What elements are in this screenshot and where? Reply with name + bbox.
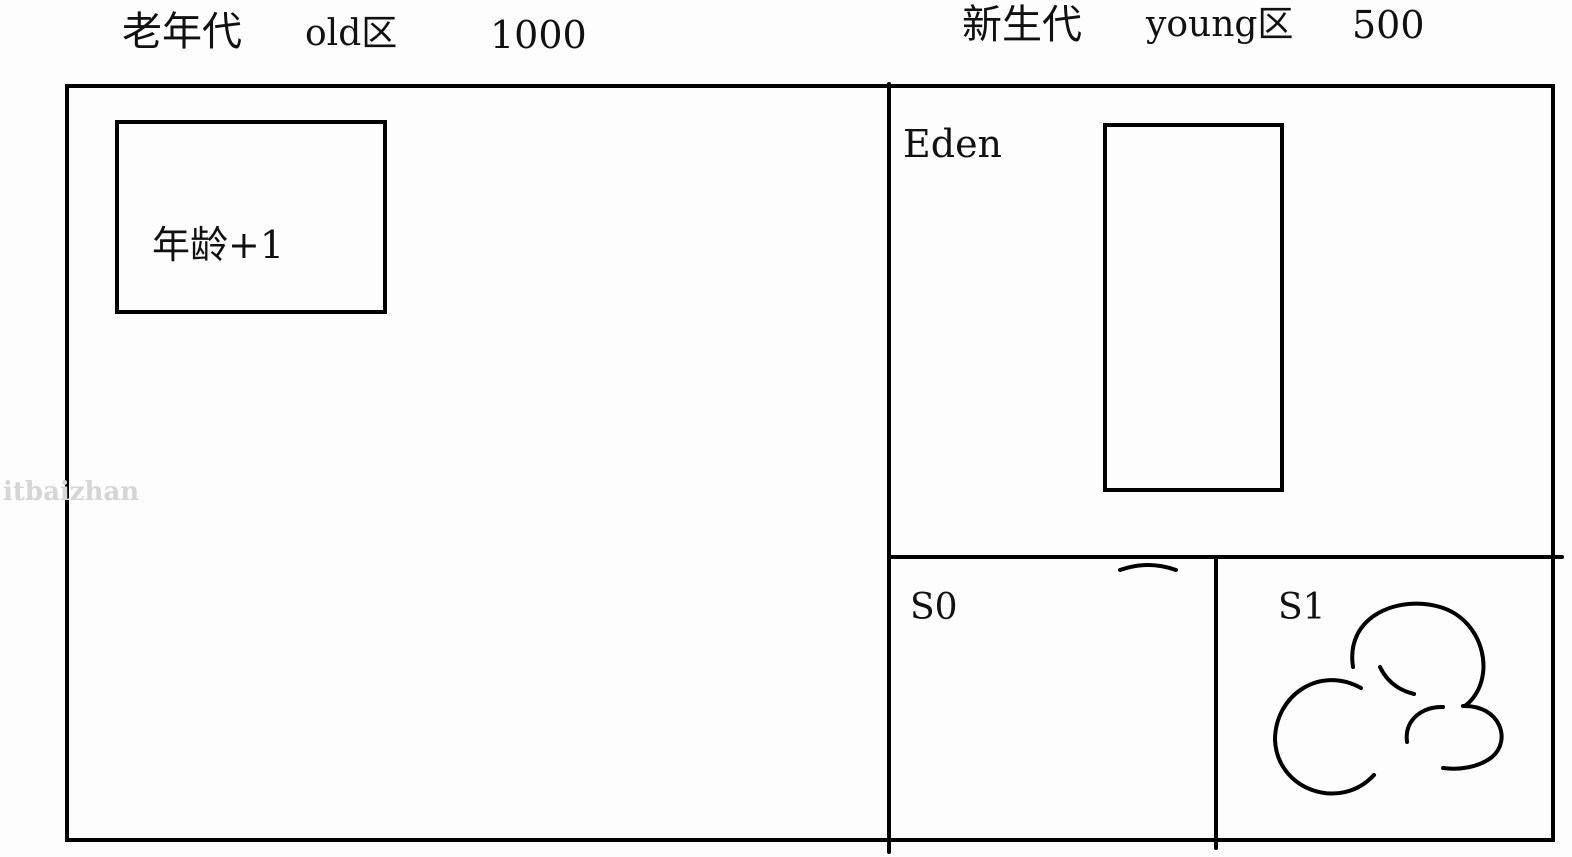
young-gen-size: 500 <box>1352 3 1425 47</box>
young-gen-label: 新生代 <box>962 2 1082 48</box>
watermark: itbaizhan <box>3 477 140 507</box>
s1-label: S1 <box>1278 587 1326 628</box>
old-gen-size: 1000 <box>490 13 587 57</box>
heap-outer-box <box>65 84 1555 842</box>
s0-label: S0 <box>910 587 958 628</box>
heap-diagram <box>65 82 1564 854</box>
old-gen-label: 老年代 <box>122 9 242 55</box>
eden-object-box <box>1103 123 1284 492</box>
eden-label: Eden <box>903 122 1003 166</box>
age-increment-label: 年龄+1 <box>152 223 285 267</box>
old-area-label: old区 <box>305 13 398 54</box>
s1-cloud-drawing <box>1272 601 1504 796</box>
old-object-box <box>115 120 387 314</box>
young-area-label: young区 <box>1146 4 1294 45</box>
s0-arc-mark <box>1118 563 1178 572</box>
